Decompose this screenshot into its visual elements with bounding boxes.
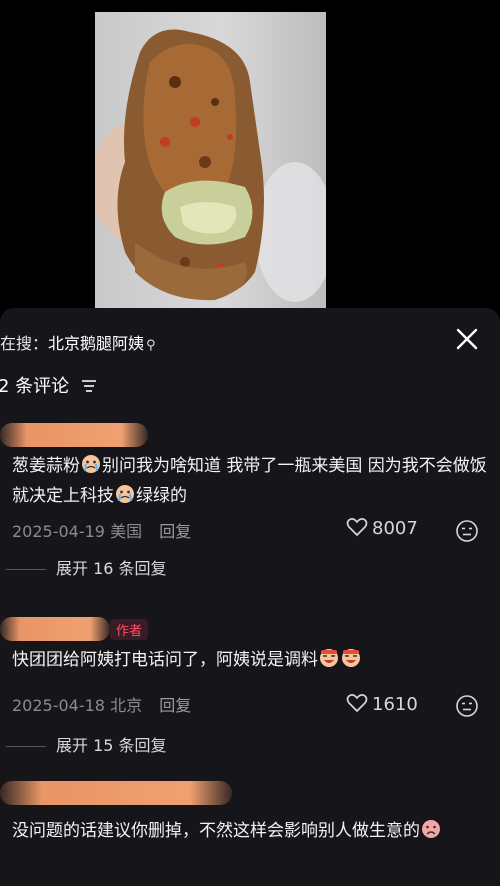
comment-text: 葱姜蒜粉 别问我为啥知道 我带了一瓶来美国 因为我不会做饭 就决定上科技 绿绿的: [12, 454, 487, 506]
author-badge: 作者: [110, 619, 149, 640]
divider-line: [6, 746, 46, 747]
expand-replies-button[interactable]: 展开 16 条回复: [0, 555, 167, 579]
reply-button[interactable]: 回复: [159, 696, 191, 715]
comment-meta: 2025-04-18 北京 回复: [12, 692, 191, 716]
comment-location: 北京: [110, 696, 143, 715]
video-area[interactable]: [0, 0, 500, 308]
laughing-emoji-icon: [318, 648, 340, 668]
search-icon: ⚲: [146, 338, 156, 353]
comment-meta: 2025-04-19 美国 回复: [12, 518, 191, 542]
sort-icon[interactable]: [81, 377, 97, 398]
reply-button[interactable]: 回复: [159, 522, 191, 541]
divider-line: [6, 569, 46, 570]
redacted-username: [0, 423, 148, 447]
search-suggestion[interactable]: 在搜：北京鹅腿阿姨 ⚲: [0, 330, 156, 354]
close-button[interactable]: [452, 324, 482, 354]
comment-date: 2025-04-19: [12, 522, 105, 541]
search-prefix: 在搜：: [0, 334, 49, 353]
comment-text: 快团团给阿姨打电话问了，阿姨说是调料: [12, 645, 488, 675]
neutral-face-icon: [456, 520, 478, 542]
like-button[interactable]: 8007: [346, 517, 418, 539]
comment-text: 没问题的话建议你删掉，不然这样会影响别人做生意的: [12, 816, 488, 846]
pouting-emoji-icon: [420, 819, 442, 839]
dislike-button[interactable]: [455, 694, 479, 718]
laughing-emoji-icon: [340, 648, 362, 668]
dislike-button[interactable]: [455, 519, 479, 543]
comment-count: 2 条评论: [0, 372, 97, 398]
close-icon: [456, 328, 478, 350]
like-count: 8007: [372, 518, 418, 539]
like-count: 1610: [372, 694, 418, 715]
comment-date: 2025-04-18: [12, 696, 105, 715]
neutral-face-icon: [456, 695, 478, 717]
heart-icon: [346, 518, 368, 537]
search-keyword[interactable]: 北京鹅腿阿姨: [48, 334, 144, 353]
crying-emoji-icon: [80, 454, 102, 474]
crying-emoji-icon: [114, 484, 136, 504]
comment-sheet: 在搜：北京鹅腿阿姨 ⚲ 2 条评论 葱姜蒜粉 别问我为啥知道 我带了一瓶来美国 因为…: [0, 308, 500, 886]
redacted-username: [0, 617, 110, 641]
like-button[interactable]: 1610: [346, 693, 418, 715]
heart-icon: [346, 694, 368, 713]
comment-location: 美国: [110, 522, 143, 541]
expand-replies-button[interactable]: 展开 15 条回复: [0, 732, 167, 756]
redacted-username: [0, 781, 232, 805]
food-photo: [95, 12, 326, 308]
